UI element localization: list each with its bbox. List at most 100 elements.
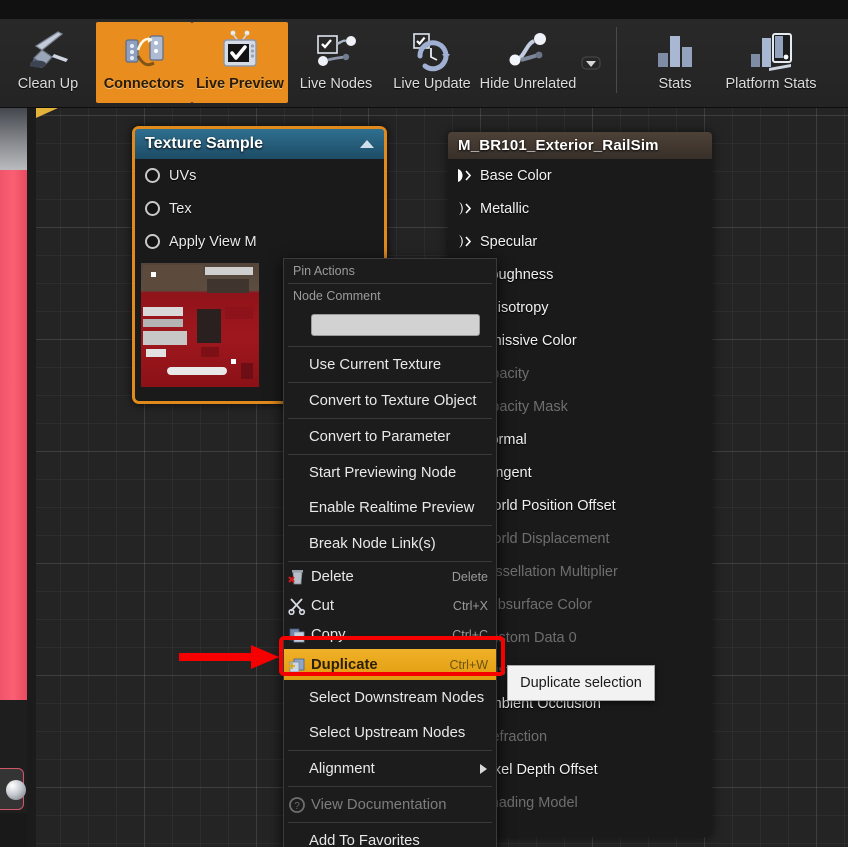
pin-arrow-icon[interactable] [457,234,471,249]
toolbar-separator [616,27,617,93]
material-pin-row[interactable]: Specular [448,225,712,258]
material-pin-row[interactable]: Base Color [448,159,712,192]
chevron-down-icon [581,56,601,69]
scissors-icon [288,597,306,615]
toolbar-label-hide-unrelated: Hide Unrelated [479,76,577,92]
context-menu-item-convert-to-texture-object[interactable]: Convert to Texture Object [284,383,496,418]
context-menu-item-cut[interactable]: Cut Ctrl+X [284,591,496,620]
hide-unrelated-icon [509,33,546,66]
material-graph-canvas[interactable]: Texture Sample UVs Tex Apply View M M_BR… [27,108,848,847]
pin-row-tex[interactable]: Tex [135,192,384,225]
connectors-icon [125,35,164,67]
preview-sky [0,108,27,170]
context-menu-item-shortcut: Ctrl+C [452,627,488,642]
toolbar-label-stats: Stats [658,76,692,92]
toolbar-label-live-preview: Live Preview [196,76,284,92]
node-context-menu[interactable]: Pin Actions Node Comment Use Current Tex… [283,258,497,847]
toolbar-button-clean-up[interactable]: Clean Up [0,22,96,103]
material-pin-label: Pixel Depth Offset [481,761,598,778]
context-menu-item-label: Break Node Link(s) [309,535,436,552]
hide-unrelated-dropdown-button[interactable] [576,22,606,103]
material-pin-label: World Displacement [480,530,610,547]
toolbar-label-clean-up: Clean Up [17,76,79,92]
context-menu-item-copy[interactable]: Copy Ctrl+C [284,620,496,649]
pin-arrow-icon[interactable] [457,168,471,183]
panel-divider [0,813,27,847]
toolbar-button-platform-stats[interactable]: Platform Stats [723,22,819,103]
context-menu-item-label: View Documentation [311,796,447,813]
duplicate-tooltip: Duplicate selection [507,665,655,701]
stats-icon [658,36,692,67]
toolbar-button-hide-unrelated[interactable]: Hide Unrelated [480,22,576,103]
context-menu-item-use-current-texture[interactable]: Use Current Texture [284,347,496,382]
context-menu-item-break-node-links[interactable]: Break Node Link(s) [284,526,496,561]
toolbar-label-connectors: Connectors [103,76,185,92]
context-menu-item-view-documentation: ? View Documentation [284,787,496,822]
context-menu-item-label: Select Downstream Nodes [309,689,485,706]
toolbar-button-stats[interactable]: Stats [627,22,723,103]
pin-arrow-icon[interactable] [457,201,471,216]
node-texture-sample-title-bar[interactable]: Texture Sample [135,129,384,159]
context-menu-item-shortcut: Ctrl+X [452,598,488,613]
context-menu-item-shortcut: Ctrl+W [449,657,488,672]
pin-label-uvs: UVs [169,167,197,184]
preview-sphere [6,780,26,800]
pin-apply-view-icon[interactable] [145,234,160,249]
context-menu-item-label: Convert to Texture Object [309,392,477,409]
toolbar-button-live-preview[interactable]: Live Preview [192,22,288,103]
context-menu-item-convert-to-parameter[interactable]: Convert to Parameter [284,419,496,454]
context-menu-item-select-upstream-nodes[interactable]: Select Upstream Nodes [284,715,496,750]
node-material-title: M_BR101_Exterior_RailSim [458,137,659,154]
toolbar-button-live-update[interactable]: Live Update [384,22,480,103]
pin-row-uvs[interactable]: UVs [135,159,384,192]
copy-icon [289,628,305,642]
node-texture-sample-title: Texture Sample [145,135,263,152]
context-menu-item-delete[interactable]: Delete Delete [284,562,496,591]
node-comment-input[interactable] [311,314,480,336]
texture-thumbnail [141,263,259,387]
delete-icon [288,569,303,584]
context-menu-item-label: Select Upstream Nodes [309,724,466,741]
duplicate-icon [289,658,305,672]
preview-viewport-panel[interactable] [0,108,27,847]
toolbar-top-strip [0,0,848,19]
context-menu-item-add-to-favorites[interactable]: Add To Favorites [284,823,496,847]
material-pin-row[interactable]: Metallic [448,192,712,225]
context-menu-item-label: Add To Favorites [309,832,420,847]
context-menu-item-label: Enable Realtime Preview [309,499,475,516]
material-pin-label: Specular [480,233,538,250]
context-menu-item-start-previewing-node[interactable]: Start Previewing Node [284,455,496,490]
context-menu-item-label: Delete [311,568,354,585]
toolbar-label-live-update: Live Update [393,76,471,92]
context-menu-item-enable-realtime-preview[interactable]: Enable Realtime Preview [284,490,496,525]
context-menu-item-alignment[interactable]: Alignment [284,751,496,786]
pin-row-apply-view-mip-bias[interactable]: Apply View M [135,225,384,258]
context-menu-item-label: Duplicate [311,656,378,673]
platform-stats-icon [751,33,792,71]
pin-tex-icon[interactable] [145,201,160,216]
toolbar-button-live-nodes[interactable]: Live Nodes [288,22,384,103]
toolbar-button-connectors[interactable]: Connectors [96,22,192,103]
context-menu-item-label: Copy [311,626,346,643]
pin-uvs-icon[interactable] [145,168,160,183]
material-pin-label: Base Color [480,167,552,184]
graph-corner-marker [36,108,58,118]
toolbar-button-group: Clean Up Connectors Live Preview Live No… [0,19,819,104]
live-nodes-icon [317,35,356,66]
pin-label-apply-view: Apply View M [169,233,257,250]
toolbar-label-live-nodes: Live Nodes [299,76,373,92]
graph-left-gutter [27,108,36,847]
context-menu-item-select-downstream-nodes[interactable]: Select Downstream Nodes [284,680,496,715]
node-material-title-bar[interactable]: M_BR101_Exterior_RailSim [448,132,712,159]
context-menu-item-label: Start Previewing Node [309,464,457,481]
context-menu-item-shortcut: Delete [451,569,488,584]
context-menu-item-duplicate[interactable]: Duplicate Ctrl+W [284,649,496,680]
context-menu-item-label: Convert to Parameter [309,428,451,445]
live-preview-icon [223,30,257,67]
context-menu-label-node-comment: Node Comment [293,289,381,303]
material-pin-label: Tessellation Multiplier [480,563,618,580]
context-menu-item-label: Alignment [309,760,375,777]
submenu-arrow-icon [480,763,487,774]
preview-material [0,170,27,700]
chevron-up-icon[interactable] [358,138,376,150]
